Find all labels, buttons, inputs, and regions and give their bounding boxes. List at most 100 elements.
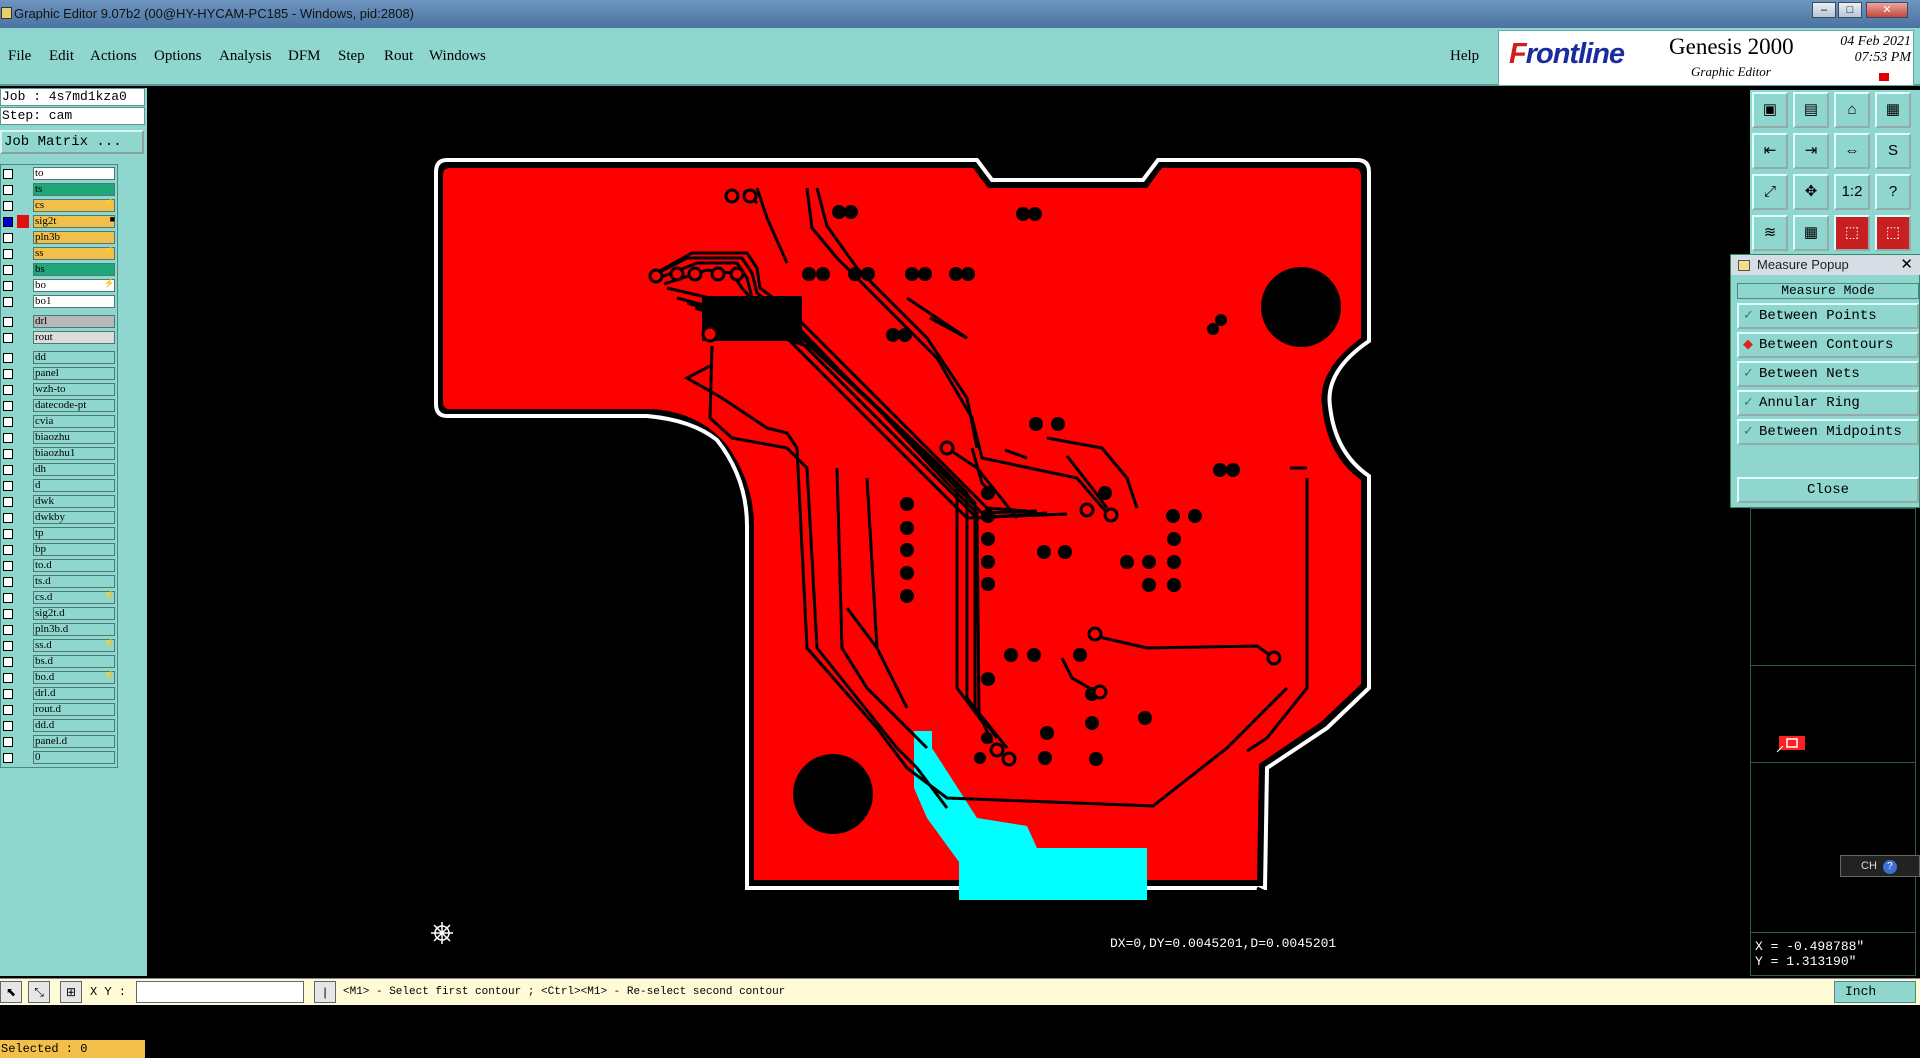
layer-name[interactable]: pln3b.d — [33, 623, 115, 636]
layer-row[interactable]: biaozhu1 — [1, 446, 118, 461]
layer-name[interactable]: bs.d — [33, 655, 115, 668]
popup-close-button[interactable]: Close — [1737, 477, 1919, 503]
measure-option[interactable]: ✓ Between Midpoints — [1737, 419, 1919, 445]
layer-checkbox[interactable] — [3, 625, 13, 635]
pan-right-icon[interactable]: ⇥ — [1793, 133, 1829, 169]
layer-checkbox[interactable] — [3, 369, 13, 379]
layer-checkbox[interactable] — [3, 593, 13, 603]
layer-checkbox[interactable] — [3, 169, 13, 179]
pan-icon[interactable]: ✥ — [1793, 174, 1829, 210]
menu-analysis[interactable]: Analysis — [219, 48, 272, 65]
layer-checkbox[interactable] — [3, 297, 13, 307]
layer-down-icon[interactable]: ▤ — [1793, 92, 1829, 128]
layer-row[interactable]: biaozhu — [1, 430, 118, 445]
layer-row[interactable]: pln3b — [1, 230, 118, 245]
xy-coordinate-input[interactable] — [136, 981, 304, 1003]
separator-button[interactable]: | — [314, 981, 336, 1003]
layer-row[interactable]: ts.d — [1, 574, 118, 589]
layer-row[interactable]: drl — [1, 314, 118, 329]
layer-row[interactable]: panel — [1, 366, 118, 381]
layer-row[interactable]: dwk — [1, 494, 118, 509]
layer-checkbox[interactable] — [3, 185, 13, 195]
layer-name[interactable]: dd — [33, 351, 115, 364]
layer-checkbox[interactable] — [3, 641, 13, 651]
layer-row[interactable]: tp — [1, 526, 118, 541]
grid-tool-icon[interactable]: ⊞ — [60, 981, 82, 1003]
menu-dfm[interactable]: DFM — [288, 48, 321, 65]
layer-checkbox[interactable] — [3, 561, 13, 571]
layer-name[interactable]: dwkby — [33, 511, 115, 524]
layer-row[interactable]: to.d — [1, 558, 118, 573]
netlist-icon[interactable]: ⬚ — [1834, 215, 1870, 251]
layer-row[interactable]: cs ⚡ — [1, 198, 118, 213]
layer-name[interactable]: biaozhu — [33, 431, 115, 444]
layer-name[interactable]: dh — [33, 463, 115, 476]
layer-row[interactable]: rout.d — [1, 702, 118, 717]
layer-row[interactable]: ss ⚡ — [1, 246, 118, 261]
layer-checkbox[interactable] — [3, 529, 13, 539]
layer-row[interactable]: panel.d — [1, 734, 118, 749]
menu-step[interactable]: Step — [338, 48, 365, 65]
layer-checkbox[interactable] — [3, 265, 13, 275]
units-selector[interactable]: Inch — [1834, 981, 1916, 1003]
layer-row[interactable]: bp — [1, 542, 118, 557]
layer-name[interactable]: rout — [33, 331, 115, 344]
menu-edit[interactable]: Edit — [49, 48, 74, 65]
layer-row[interactable]: dd — [1, 350, 118, 365]
layer-name[interactable]: ts.d — [33, 575, 115, 588]
layer-name[interactable]: bo.d — [33, 671, 115, 684]
menu-file[interactable]: File — [8, 48, 31, 65]
layer-checkbox[interactable] — [3, 481, 13, 491]
layer-checkbox[interactable] — [3, 657, 13, 667]
layer-checkbox[interactable] — [3, 497, 13, 507]
layer-name[interactable]: 0 — [33, 751, 115, 764]
layer-name[interactable]: bs — [33, 263, 115, 276]
layer-name[interactable]: tp — [33, 527, 115, 540]
graphic-canvas[interactable]: DX=0,DY=0.0045201,D=0.0045201 — [147, 88, 1747, 976]
layer-row[interactable]: bo ⚡ — [1, 278, 118, 293]
layer-name[interactable]: rout.d — [33, 703, 115, 716]
home-icon[interactable]: ⌂ — [1834, 92, 1870, 128]
scale-icon[interactable]: 1:2 — [1834, 174, 1870, 210]
layer-name[interactable]: cs.d — [33, 591, 115, 604]
layer-checkbox[interactable] — [3, 753, 13, 763]
layer-name[interactable]: bo — [33, 279, 115, 292]
layer-row[interactable]: dh — [1, 462, 118, 477]
layer-checkbox[interactable] — [3, 705, 13, 715]
close-window-button[interactable]: ✕ — [1866, 2, 1908, 18]
layer-name[interactable]: sig2t.d — [33, 607, 115, 620]
layer-row[interactable]: bo1 — [1, 294, 118, 309]
layer-checkbox[interactable] — [3, 401, 13, 411]
menu-windows[interactable]: Windows — [429, 48, 486, 65]
pointer-tool-icon[interactable]: ⬉ — [0, 981, 22, 1003]
layer-row[interactable]: ss.d ⚡ — [1, 638, 118, 653]
step-icon[interactable]: S — [1875, 133, 1911, 169]
maximize-button[interactable]: □ — [1838, 2, 1862, 18]
layer-name[interactable]: pln3b — [33, 231, 115, 244]
layer-row[interactable]: bs — [1, 262, 118, 277]
layer-row[interactable]: datecode-pt — [1, 398, 118, 413]
layer-name[interactable]: bp — [33, 543, 115, 556]
layer-checkbox[interactable] — [3, 333, 13, 343]
layer-name[interactable]: cs — [33, 199, 115, 212]
layer-name[interactable]: bo1 — [33, 295, 115, 308]
layer-row[interactable]: bs.d — [1, 654, 118, 669]
minimize-button[interactable]: – — [1812, 2, 1836, 18]
layer-checkbox[interactable] — [3, 689, 13, 699]
layer-checkbox[interactable] — [3, 353, 13, 363]
layer-name[interactable]: drl — [33, 315, 115, 328]
help-icon[interactable]: ? — [1882, 860, 1897, 874]
measure-option[interactable]: ✓ Annular Ring — [1737, 390, 1919, 416]
fit-icon[interactable]: ⤢ — [1752, 174, 1788, 210]
layer-name[interactable]: d — [33, 479, 115, 492]
layer-checkbox[interactable] — [3, 545, 13, 555]
layer-name[interactable]: biaozhu1 — [33, 447, 115, 460]
measure-option[interactable]: ✓ Between Nets — [1737, 361, 1919, 387]
layer-checkbox[interactable] — [3, 417, 13, 427]
layer-checkbox[interactable] — [3, 513, 13, 523]
layer-row[interactable]: cvia — [1, 414, 118, 429]
layer-checkbox[interactable] — [3, 673, 13, 683]
swap-icon[interactable]: ⇔ — [1834, 133, 1870, 169]
layer-name[interactable]: sig2t — [33, 215, 115, 228]
layer-row[interactable]: bo.d ⚡ — [1, 670, 118, 685]
